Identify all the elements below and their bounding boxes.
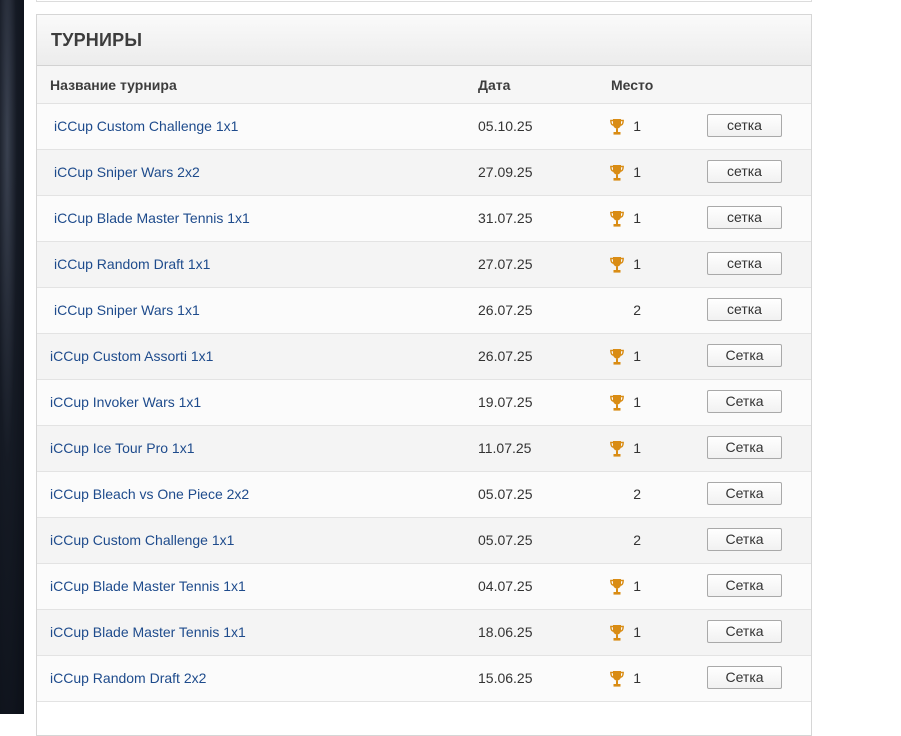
tournament-link[interactable]: iCCup Random Draft 2x2 [50, 670, 206, 686]
tournament-link[interactable]: iCCup Blade Master Tennis 1x1 [50, 624, 246, 640]
trophy-icon [610, 119, 624, 135]
table-row: iCCup Sniper Wars 1x1 26.07.25 2 сетка [37, 288, 811, 334]
bracket-button[interactable]: Сетка [707, 482, 782, 505]
bracket-button[interactable]: сетка [707, 114, 782, 137]
table-row: iCCup Invoker Wars 1x1 19.07.25 1 Сетка [37, 380, 811, 426]
table-body: iCCup Custom Challenge 1x1 05.10.25 1 сетка… [37, 104, 811, 702]
column-header-date: Дата [478, 77, 511, 93]
bracket-button[interactable]: Сетка [707, 666, 782, 689]
tournament-place: 1 [607, 209, 647, 229]
place-number: 1 [633, 210, 641, 226]
bracket-button[interactable]: Сетка [707, 436, 782, 459]
table-row: iCCup Custom Assorti 1x1 26.07.25 1 Сетка [37, 334, 811, 380]
panel-title: ТУРНИРЫ [37, 15, 811, 66]
table-row: iCCup Blade Master Tennis 1x1 18.06.25 1 Се… [37, 610, 811, 656]
place-number: 1 [633, 578, 641, 594]
tournament-link[interactable]: iCCup Invoker Wars 1x1 [50, 394, 201, 410]
tournament-date: 15.06.25 [478, 670, 533, 686]
place-number: 1 [633, 164, 641, 180]
tournament-link[interactable]: iCCup Sniper Wars 2x2 [54, 164, 200, 180]
table-row: iCCup Blade Master Tennis 1x1 31.07.25 1 се… [37, 196, 811, 242]
tournament-date: 05.10.25 [478, 118, 533, 134]
tournament-link[interactable]: iCCup Custom Challenge 1x1 [54, 118, 238, 134]
table-row: iCCup Sniper Wars 2x2 27.09.25 1 сетка [37, 150, 811, 196]
previous-section-edge [36, 0, 812, 2]
bracket-button[interactable]: сетка [707, 298, 782, 321]
bracket-button[interactable]: Сетка [707, 574, 782, 597]
tournament-place: 1 [607, 669, 647, 689]
tournament-link[interactable]: iCCup Random Draft 1x1 [54, 256, 210, 272]
tournament-link[interactable]: iCCup Blade Master Tennis 1x1 [54, 210, 250, 226]
place-number: 1 [633, 624, 641, 640]
bracket-button[interactable]: сетка [707, 252, 782, 275]
column-header-name: Название турнира [50, 77, 177, 93]
trophy-icon [610, 441, 624, 457]
tournament-date: 19.07.25 [478, 394, 533, 410]
trophy-icon [610, 625, 624, 641]
tournament-place: 2 [607, 301, 647, 321]
table-row: iCCup Random Draft 2x2 15.06.25 1 Сетка [37, 656, 811, 702]
place-number: 1 [633, 118, 641, 134]
tournament-link[interactable]: iCCup Custom Assorti 1x1 [50, 348, 213, 364]
table-header: Название турнира Дата Место [37, 66, 811, 104]
tournament-link[interactable]: iCCup Bleach vs One Piece 2x2 [50, 486, 249, 502]
tournament-link[interactable]: iCCup Blade Master Tennis 1x1 [50, 578, 246, 594]
place-number: 1 [633, 256, 641, 272]
tournament-place: 1 [607, 117, 647, 137]
bracket-button[interactable]: Сетка [707, 390, 782, 413]
table-row: iCCup Custom Challenge 1x1 05.10.25 1 сетка [37, 104, 811, 150]
tournament-link[interactable]: iCCup Ice Tour Pro 1x1 [50, 440, 194, 456]
tournament-date: 31.07.25 [478, 210, 533, 226]
tournament-date: 05.07.25 [478, 486, 533, 502]
table-row: iCCup Ice Tour Pro 1x1 11.07.25 1 Сетка [37, 426, 811, 472]
tournament-date: 11.07.25 [478, 440, 532, 456]
tournament-date: 18.06.25 [478, 624, 533, 640]
tournament-place: 1 [607, 439, 647, 459]
tournament-place: 2 [607, 485, 647, 505]
background-image [0, 0, 24, 714]
tournament-date: 27.07.25 [478, 256, 533, 272]
tournament-date: 05.07.25 [478, 532, 533, 548]
place-number: 2 [633, 486, 641, 502]
trophy-icon [610, 579, 624, 595]
place-number: 2 [633, 532, 641, 548]
place-number: 1 [633, 348, 641, 364]
tournament-place: 1 [607, 255, 647, 275]
tournament-place: 1 [607, 393, 647, 413]
bracket-button[interactable]: сетка [707, 206, 782, 229]
tournaments-panel: ТУРНИРЫ Название турнира Дата Место iCCu… [36, 14, 812, 736]
column-header-place: Место [611, 77, 654, 93]
place-number: 2 [633, 302, 641, 318]
bracket-button[interactable]: Сетка [707, 620, 782, 643]
bracket-button[interactable]: Сетка [707, 528, 782, 551]
tournament-date: 26.07.25 [478, 348, 533, 364]
table-row: iCCup Random Draft 1x1 27.07.25 1 сетка [37, 242, 811, 288]
trophy-icon [610, 395, 624, 411]
tournament-place: 1 [607, 577, 647, 597]
place-number: 1 [633, 394, 641, 410]
tournament-date: 26.07.25 [478, 302, 533, 318]
trophy-icon [610, 671, 624, 687]
table-row: iCCup Bleach vs One Piece 2x2 05.07.25 2 Се… [37, 472, 811, 518]
table-row: iCCup Custom Challenge 1x1 05.07.25 2 Сетка [37, 518, 811, 564]
tournament-date: 27.09.25 [478, 164, 533, 180]
bracket-button[interactable]: сетка [707, 160, 782, 183]
bracket-button[interactable]: Сетка [707, 344, 782, 367]
place-number: 1 [633, 670, 641, 686]
tournament-link[interactable]: iCCup Custom Challenge 1x1 [50, 532, 234, 548]
tournament-date: 04.07.25 [478, 578, 533, 594]
tournament-link[interactable]: iCCup Sniper Wars 1x1 [54, 302, 200, 318]
table-row: iCCup Blade Master Tennis 1x1 04.07.25 1 Се… [37, 564, 811, 610]
trophy-icon [610, 349, 624, 365]
tournament-place: 1 [607, 623, 647, 643]
trophy-icon [610, 211, 624, 227]
tournament-place: 2 [607, 531, 647, 551]
trophy-icon [610, 165, 624, 181]
tournament-place: 1 [607, 163, 647, 183]
trophy-icon [610, 257, 624, 273]
place-number: 1 [633, 440, 641, 456]
tournament-place: 1 [607, 347, 647, 367]
